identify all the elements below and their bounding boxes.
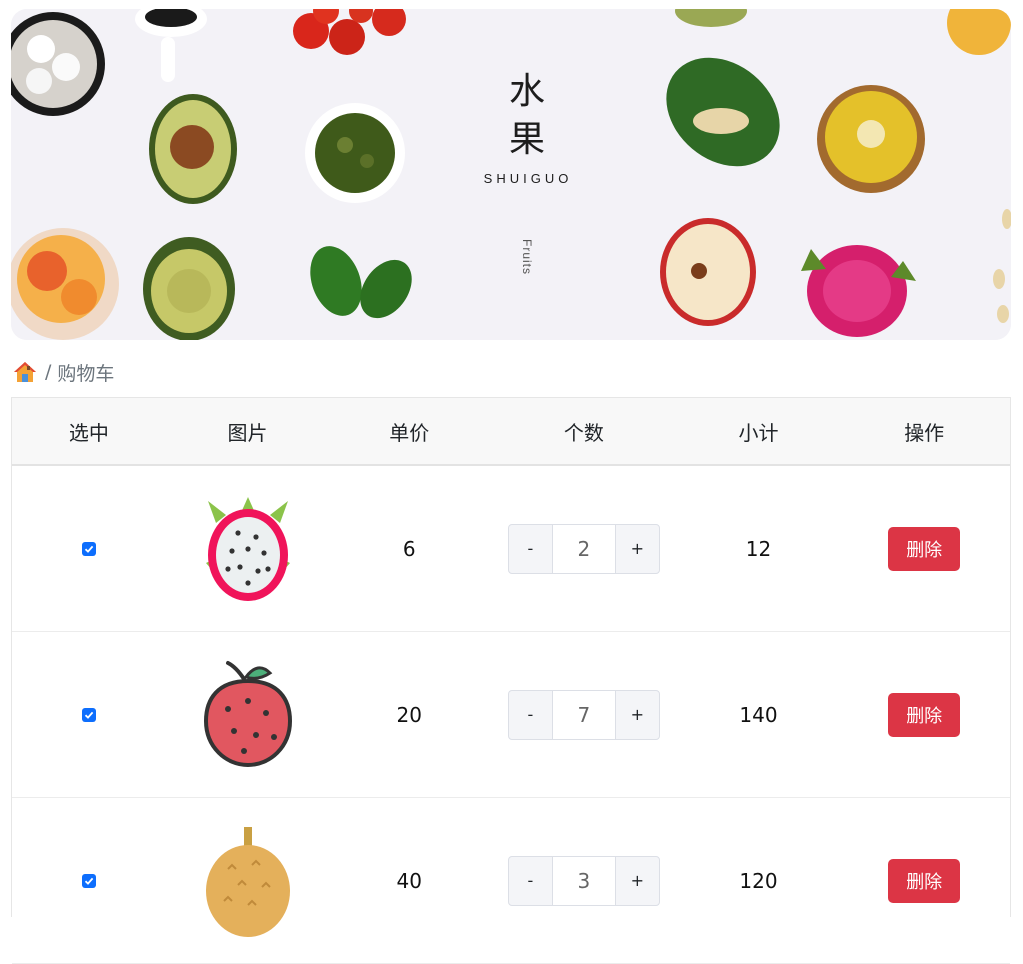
breadcrumb: / 购物车: [13, 358, 114, 386]
decrement-button[interactable]: -: [507, 523, 553, 574]
quantity-input[interactable]: 7: [552, 689, 615, 740]
quantity-input[interactable]: 3: [552, 855, 615, 906]
breadcrumb-current: 购物车: [57, 362, 115, 385]
hero-banner: 水 果 SHUIGUO Fruits: [11, 9, 1011, 340]
header-select: 选中: [68, 420, 109, 445]
header-actions: 操作: [904, 420, 945, 445]
increment-button[interactable]: +: [614, 855, 660, 906]
row-price: 6: [402, 536, 416, 561]
header-image: 图片: [227, 420, 268, 445]
lychee-icon: [203, 660, 292, 767]
quantity-stepper: - 3 +: [507, 855, 660, 906]
row-checkbox[interactable]: [81, 873, 96, 888]
table-row: 6 - 2 + 12 删除: [12, 466, 1010, 632]
row-subtotal: 120: [739, 868, 778, 893]
header-subtotal: 小计: [738, 420, 779, 445]
house-icon[interactable]: [13, 360, 37, 384]
row-subtotal: 12: [745, 536, 772, 561]
dragonfruit-icon: [205, 496, 290, 601]
decrement-button[interactable]: -: [507, 855, 553, 906]
header-quantity: 个数: [563, 420, 604, 445]
delete-button[interactable]: 删除: [888, 858, 961, 903]
table-header: 选中 图片 单价 个数 小计 操作: [12, 398, 1010, 466]
table-row: 20 - 7 + 140 删除: [12, 632, 1010, 798]
increment-button[interactable]: +: [614, 523, 660, 574]
header-price: 单价: [389, 420, 430, 445]
row-price: 20: [396, 702, 422, 727]
decrement-button[interactable]: -: [507, 689, 553, 740]
delete-button[interactable]: 删除: [888, 692, 961, 737]
delete-button[interactable]: 删除: [888, 526, 961, 571]
breadcrumb-separator: /: [45, 361, 52, 383]
row-checkbox[interactable]: [81, 541, 96, 556]
quantity-stepper: - 7 +: [507, 689, 660, 740]
cart-table: 选中 图片 单价 个数 小计 操作 6 - 2 + 12 删除 20 - 7 +…: [11, 397, 1011, 964]
durian-icon: [205, 826, 290, 937]
quantity-stepper: - 2 +: [507, 523, 660, 574]
increment-button[interactable]: +: [614, 689, 660, 740]
table-row: 40 - 3 + 120 删除: [12, 798, 1010, 964]
quantity-input[interactable]: 2: [552, 523, 615, 574]
row-checkbox[interactable]: [81, 707, 96, 722]
fruit-banner-image: [11, 9, 1011, 340]
row-subtotal: 140: [739, 702, 778, 727]
row-price: 40: [396, 868, 422, 893]
